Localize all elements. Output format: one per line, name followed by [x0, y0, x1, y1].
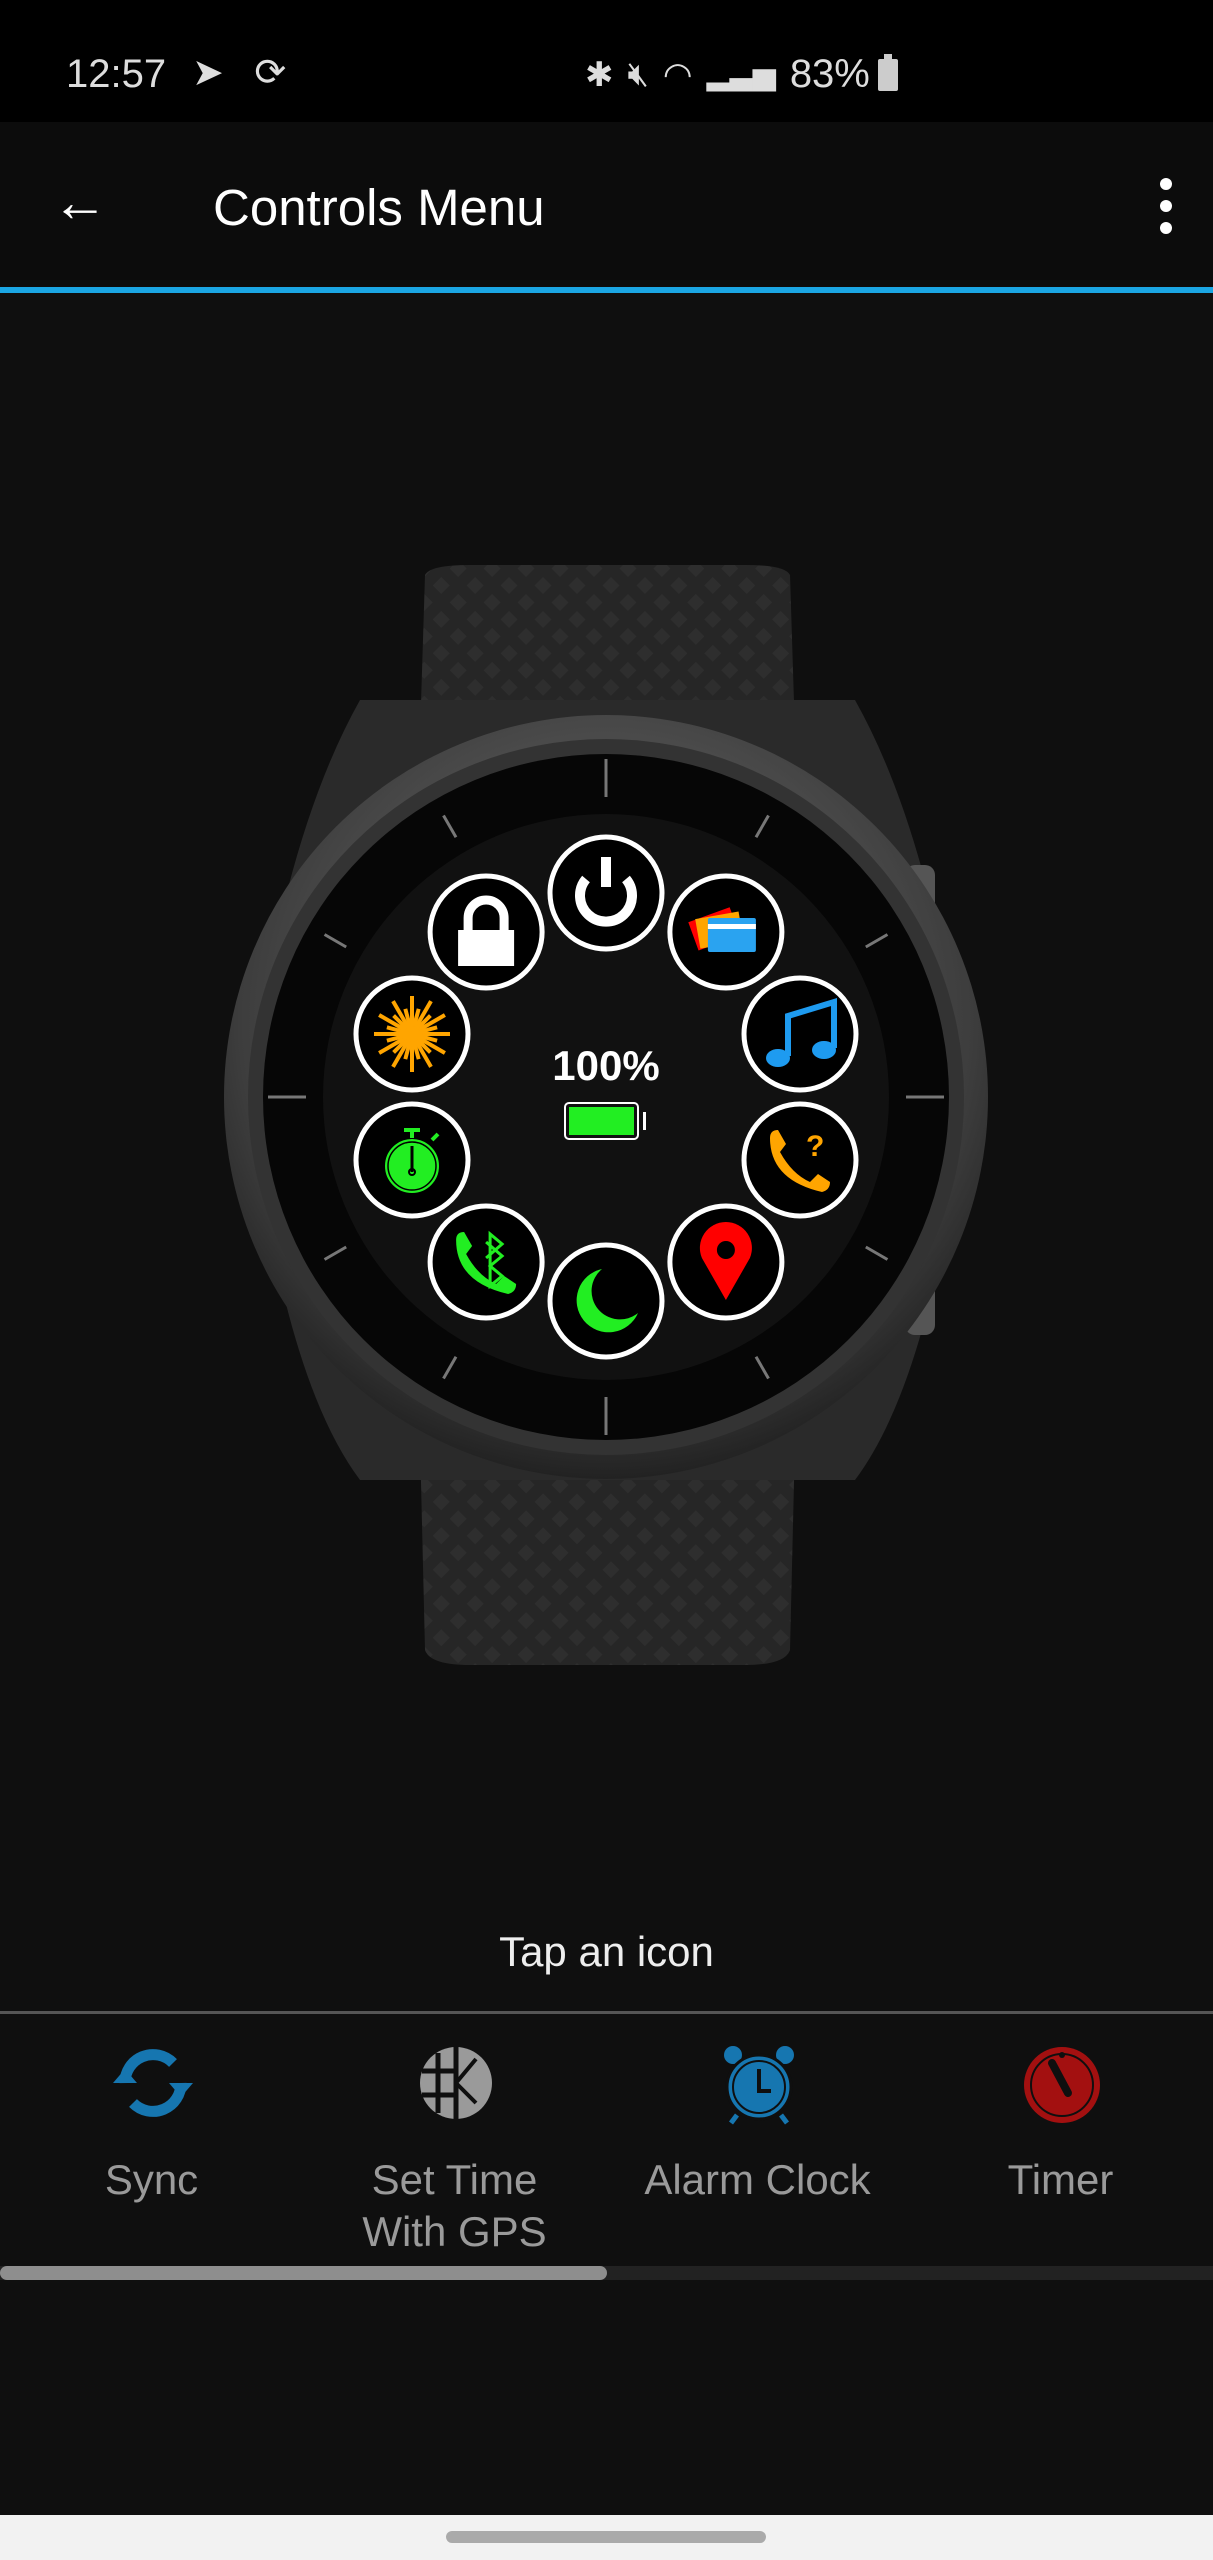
system-nav-bar: [0, 2515, 1213, 2560]
control-ring: [427, 1203, 545, 1321]
horizontal-scrollbar[interactable]: [0, 2266, 1213, 2280]
alarm-clock-icon: [724, 2046, 794, 2125]
alarm-clock-label: Alarm Clock: [644, 2156, 871, 2203]
timer-icon: [1024, 2047, 1100, 2123]
battery-text: 83%: [789, 52, 870, 96]
control-wallet[interactable]: [667, 873, 785, 991]
app-bar: ← Controls Menu: [0, 122, 1213, 288]
status-time: 12:57: [66, 52, 167, 96]
battery-icon: [877, 53, 898, 91]
more-options-icon[interactable]: [1159, 178, 1173, 234]
hint-text: Tap an icon: [499, 1928, 714, 1975]
control-power[interactable]: [547, 834, 665, 952]
control-lock[interactable]: [427, 873, 545, 991]
control-ring: [741, 975, 859, 1093]
watch-battery-fill: [569, 1107, 634, 1135]
control-stopwatch[interactable]: [353, 1101, 471, 1219]
control-brightness[interactable]: [353, 975, 471, 1093]
bluetooth-icon: ✱: [585, 55, 614, 94]
wifi-icon: ◠: [662, 55, 693, 94]
back-arrow-icon[interactable]: ←: [52, 174, 108, 230]
telegram-icon: ➤ ⟳: [192, 52, 297, 94]
control-save-location[interactable]: [667, 1203, 785, 1321]
sync-label: Sync: [104, 2156, 199, 2203]
status-bar: 12:57 ➤ ⟳ ✱ 🔇︎ ◠ ▂▃▅ 83%: [0, 0, 1213, 122]
watch-preview: ? 100%: [224, 565, 988, 1665]
status-right: ✱ 🔇︎ ◠ ▂▃▅ 83%: [585, 52, 898, 97]
set-time-gps-label: Set Time With GPS: [362, 2156, 547, 2255]
control-ring: [741, 1101, 859, 1219]
sync-icon: [113, 2049, 193, 2117]
globe-clock-icon: [420, 2047, 492, 2119]
control-phone-connection[interactable]: [427, 1203, 545, 1321]
mute-icon: 🔇︎: [627, 55, 649, 93]
control-find-phone[interactable]: ?: [741, 1101, 859, 1219]
home-handle[interactable]: [446, 2531, 766, 2543]
scrollbar-thumb[interactable]: [0, 2266, 607, 2280]
timer-label: Timer: [1007, 2156, 1114, 2203]
page-title: Controls Menu: [213, 179, 545, 236]
control-ring: [547, 834, 665, 952]
control-ring: [547, 1242, 665, 1360]
watch-battery-icon: [564, 1102, 646, 1140]
action-bar: Sync Set Time With GPS Alarm Clock Timer: [0, 2014, 1213, 2264]
control-sleep[interactable]: [547, 1242, 665, 1360]
control-music[interactable]: [741, 975, 859, 1093]
watch-battery-percent: 100%: [552, 1042, 659, 1089]
signal-icon: ▂▃▅: [706, 58, 776, 91]
svg-text:?: ?: [806, 1130, 824, 1163]
